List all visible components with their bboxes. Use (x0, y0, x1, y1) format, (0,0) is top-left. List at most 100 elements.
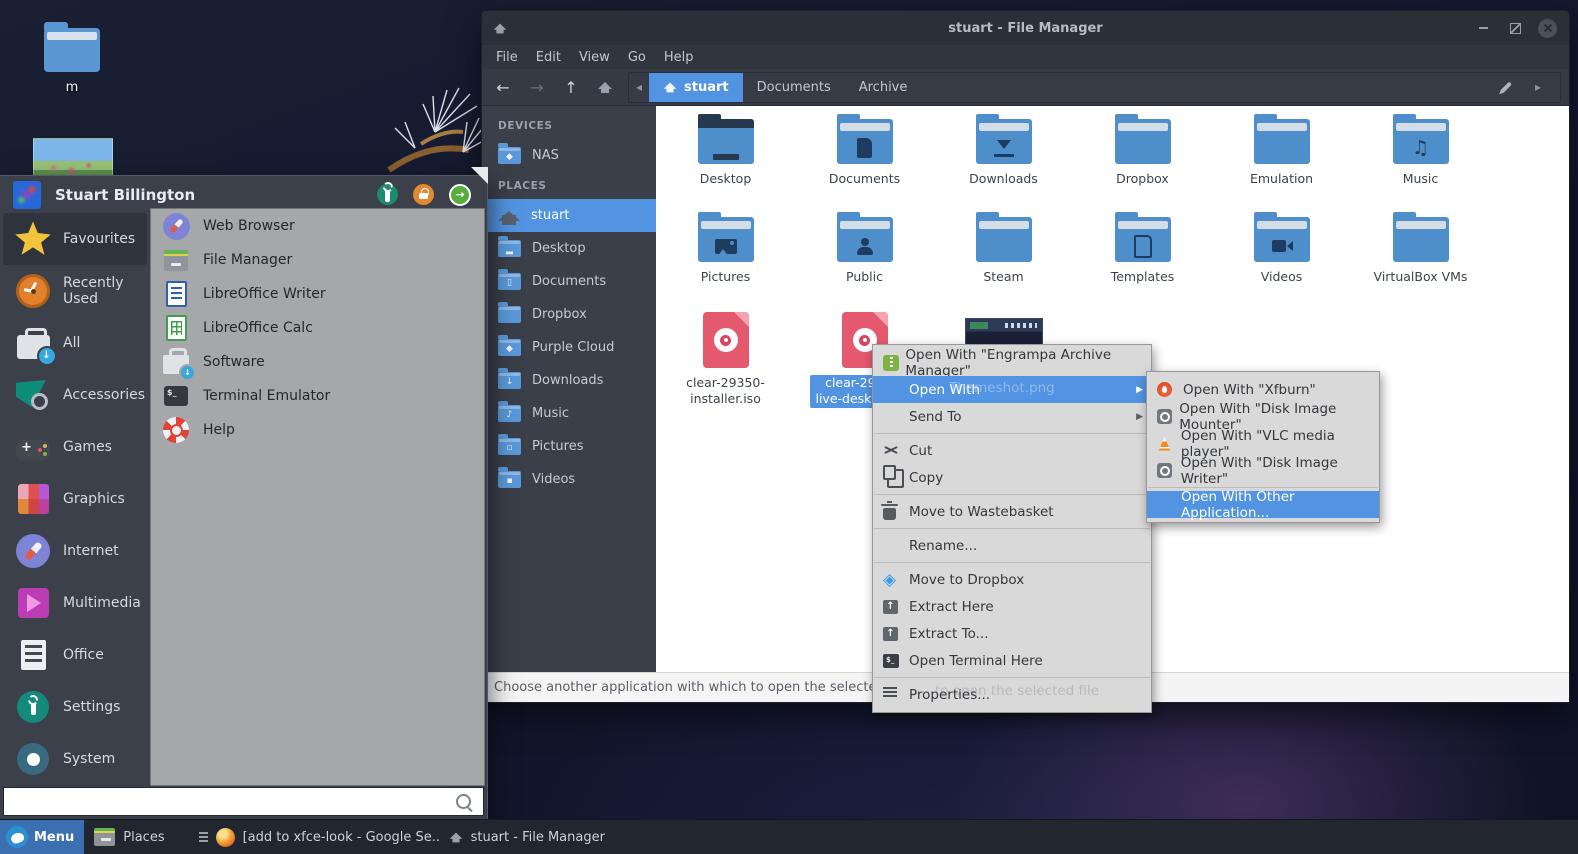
menu-separator (874, 528, 1150, 529)
sidebar-item-pictures[interactable]: ▫ Pictures (482, 430, 656, 463)
file-item-public[interactable]: Public (795, 212, 934, 312)
sidebar-item-nas[interactable]: ◆ NAS (482, 139, 656, 172)
category-settings[interactable]: Settings (3, 681, 147, 733)
menu-item-open-with-disk-image-mounter[interactable]: Open With "Disk Image Mounter" (1147, 401, 1379, 433)
category-accessories[interactable]: Accessories (3, 369, 147, 421)
file-item-downloads[interactable]: Downloads (934, 114, 1073, 214)
titlebar[interactable]: stuart - File Manager (482, 11, 1569, 45)
logout-icon[interactable]: → (449, 183, 471, 206)
search-icon (456, 794, 471, 809)
category-label: Graphics (63, 491, 125, 507)
menu-item-copy[interactable]: Copy (873, 464, 1151, 491)
sidebar-item-documents[interactable]: ▯ Documents (482, 265, 656, 298)
menu-item-open-with-other-application[interactable]: Open With Other Application... (1147, 489, 1379, 521)
sidebar-item-music[interactable]: ♪ Music (482, 397, 656, 430)
desktop-icon-folder-m[interactable]: m (44, 22, 100, 95)
menu-item-open-with[interactable]: Open With ▶ (873, 376, 1151, 403)
file-item-clear-29350-installer-iso[interactable]: clear-29350-installer.iso (656, 312, 795, 410)
places-label: Places (123, 829, 165, 845)
menu-view[interactable]: View (572, 48, 617, 67)
menu-item-move-to-wastebasket[interactable]: Move to Wastebasket (873, 498, 1151, 525)
breadcrumb-stuart[interactable]: stuart (649, 72, 743, 102)
back-button[interactable]: ← (486, 73, 520, 101)
breadcrumb-documents[interactable]: Documents (743, 73, 845, 102)
menu-item-open-with-xfburn[interactable]: Open With "Xfburn" (1147, 376, 1379, 403)
file-item-templates[interactable]: Templates (1073, 212, 1212, 312)
app-item-help[interactable]: Help (151, 413, 484, 447)
sidebar-item-desktop[interactable]: ▂ Desktop (482, 232, 656, 265)
taskbar-task-add-to-xfce-look-google-se[interactable]: [add to xfce-look - Google Se... (189, 820, 439, 854)
file-item-videos[interactable]: Videos (1212, 212, 1351, 312)
menu-item-open-with-disk-image-writer[interactable]: Open With "Disk Image Writer" (1147, 455, 1379, 487)
menu-help[interactable]: Help (657, 48, 701, 67)
menu-item-properties[interactable]: Properties... (873, 681, 1151, 708)
category-system[interactable]: System (3, 733, 147, 785)
category-multimedia[interactable]: Multimedia (3, 577, 147, 629)
file-item-music[interactable]: ♫ Music (1351, 114, 1490, 214)
menu-item-move-to-dropbox[interactable]: ◈ Move to Dropbox (873, 566, 1151, 593)
sidebar-item-label: Pictures (532, 439, 584, 454)
category-office[interactable]: Office (3, 629, 147, 681)
menu-item-rename[interactable]: Rename... (873, 532, 1151, 559)
breadcrumb: ◂ stuart Documents Archive ▸ (628, 71, 1561, 103)
sidebar-item-stuart[interactable]: stuart (482, 199, 656, 232)
breadcrumb-scroll-left[interactable]: ◂ (629, 73, 649, 102)
menu-edit[interactable]: Edit (529, 48, 568, 67)
menu-item-send-to[interactable]: Send To ▶ (873, 403, 1151, 430)
desktop-icon-photo[interactable] (33, 138, 113, 180)
menu-item-open-with-engrampa-archive-manager[interactable]: Open With "Engrampa Archive Manager" (873, 347, 1151, 379)
app-item-libreoffice-calc[interactable]: LibreOffice Calc (151, 311, 484, 345)
category-internet[interactable]: Internet (3, 525, 147, 577)
file-item-desktop[interactable]: Desktop (656, 114, 795, 214)
task-label: [add to xfce-look - Google Se... (242, 829, 439, 845)
file-item-documents[interactable]: Documents (795, 114, 934, 214)
menu-item-open-with-vlc-media-player[interactable]: Open With "VLC media player" (1147, 428, 1379, 460)
xfburn-icon (1157, 382, 1172, 397)
menu-go[interactable]: Go (621, 48, 653, 67)
breadcrumb-scroll-right[interactable]: ▸ (1528, 80, 1548, 94)
file-item-dropbox[interactable]: Dropbox (1073, 114, 1212, 214)
menu-item-open-terminal-here[interactable]: $_ Open Terminal Here (873, 647, 1151, 674)
places-button[interactable]: Places (84, 820, 174, 854)
category-favourites[interactable]: Favourites (3, 213, 147, 265)
edit-path-icon[interactable] (1499, 80, 1513, 94)
maximize-button[interactable] (1506, 19, 1525, 38)
category-label: All (63, 335, 81, 351)
app-item-label: File Manager (203, 252, 293, 268)
app-item-software[interactable]: ↓ Software (151, 345, 484, 381)
menu-file[interactable]: File (489, 48, 525, 67)
menu-item-extract-here[interactable]: ↑ Extract Here (873, 593, 1151, 620)
sidebar-item-videos[interactable]: ▪ Videos (482, 463, 656, 496)
category-graphics[interactable]: Graphics (3, 473, 147, 525)
breadcrumb-archive[interactable]: Archive (845, 73, 922, 102)
category-recently-used[interactable]: Recently Used (3, 265, 147, 317)
settings-manager-icon[interactable] (377, 183, 398, 205)
menu-button[interactable]: Menu (0, 820, 85, 854)
up-button[interactable]: ↑ (554, 73, 588, 101)
app-item-file-manager[interactable]: File Manager (151, 243, 484, 277)
close-button[interactable] (1538, 18, 1557, 38)
file-item-virtualbox-vms[interactable]: VirtualBox VMs (1351, 212, 1490, 312)
sidebar-item-downloads[interactable]: ↓ Downloads (482, 364, 656, 397)
menu-item-cut[interactable]: Cut (873, 437, 1151, 464)
forward-button[interactable]: → (520, 73, 554, 101)
category-all[interactable]: ↓ All (3, 317, 147, 369)
sidebar-item-dropbox[interactable]: Dropbox (482, 298, 656, 331)
file-label: Music (1402, 171, 1439, 186)
category-games[interactable]: + Games (3, 421, 147, 473)
taskbar-task-stuart-file-manager[interactable]: stuart - File Manager (439, 820, 615, 854)
menu-item-extract-to[interactable]: ↑ Extract To... (873, 620, 1151, 647)
home-button[interactable] (588, 73, 622, 101)
app-item-web-browser[interactable]: Web Browser (151, 209, 484, 243)
folder-icon (836, 114, 893, 164)
user-avatar[interactable] (13, 180, 41, 209)
sidebar-item-purple-cloud[interactable]: ◆ Purple Cloud (482, 331, 656, 364)
file-item-emulation[interactable]: Emulation (1212, 114, 1351, 214)
search-input[interactable] (4, 788, 456, 815)
app-item-terminal-emulator[interactable]: $_ Terminal Emulator (151, 379, 484, 413)
minimize-button[interactable] (1474, 19, 1493, 38)
file-item-pictures[interactable]: Pictures (656, 212, 795, 312)
file-item-steam[interactable]: Steam (934, 212, 1073, 312)
lock-screen-icon[interactable] (413, 183, 434, 205)
app-item-libreoffice-writer[interactable]: LibreOffice Writer (151, 277, 484, 311)
